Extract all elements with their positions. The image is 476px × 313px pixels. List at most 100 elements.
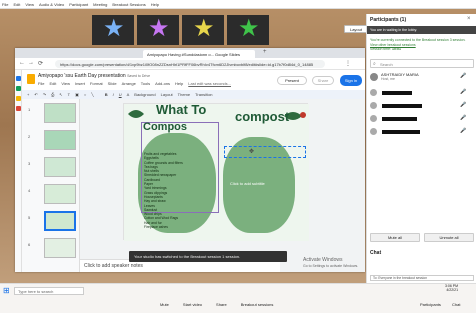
participant-row[interactable]: 🎤 <box>370 128 474 137</box>
background-button[interactable]: Background <box>134 92 155 97</box>
shape-icon[interactable]: ○ <box>84 92 86 97</box>
mute-button[interactable]: Mute <box>160 302 169 307</box>
italic-icon[interactable]: I <box>113 92 114 97</box>
start-video-button[interactable]: Start video <box>183 302 202 307</box>
select-icon[interactable]: ↖ <box>59 92 62 97</box>
menu-dots-icon[interactable]: ⋮ <box>345 60 351 67</box>
menu-help[interactable]: Help <box>151 2 159 7</box>
app-icon[interactable] <box>16 76 21 81</box>
browser-tab[interactable]: Amiyopapo Having #Sunddasionn o... Googl… <box>143 50 255 58</box>
star-icon: ★ <box>148 15 170 42</box>
menu-format[interactable]: Format <box>90 81 103 86</box>
menu-file[interactable]: File <box>38 81 44 86</box>
close-icon[interactable]: × <box>467 16 471 22</box>
breakout-sessions-button[interactable]: Breakout sessions <box>241 302 274 307</box>
participant-row[interactable]: 🎤 <box>370 102 474 111</box>
menu-participant[interactable]: Participant <box>69 2 88 7</box>
mic-icon[interactable]: 🎤 <box>460 73 466 79</box>
slides-header: Amiyopapo 'ssu Earth Day presentation Sa… <box>22 70 365 90</box>
menu-edit[interactable]: Edit <box>49 81 56 86</box>
slide-thumbnail[interactable] <box>44 184 76 204</box>
back-icon[interactable]: ← <box>19 60 25 66</box>
print-icon[interactable]: ⎙ <box>51 92 54 97</box>
current-slide[interactable]: What To compost Compos ✥ Fruits and vege… <box>123 102 309 241</box>
last-edit-link[interactable]: Last edit was seconds... <box>188 81 231 86</box>
share-button[interactable]: Share <box>216 302 227 307</box>
theme-button[interactable]: Theme <box>178 92 190 97</box>
taskbar-search[interactable]: Type here to search <box>14 287 84 295</box>
app-icon[interactable] <box>16 106 21 111</box>
slide-thumbnail[interactable] <box>44 157 76 177</box>
slide-thumbnail-selected[interactable] <box>44 211 76 231</box>
slide-title-part2[interactable]: compost <box>235 109 289 124</box>
share-button[interactable]: Share <box>312 76 334 85</box>
menu-audio-video[interactable]: Audio & Video <box>39 2 64 7</box>
selected-textbox[interactable] <box>224 146 306 158</box>
search-icon: ⌕ <box>373 61 376 67</box>
menu-edit[interactable]: Edit <box>13 2 20 7</box>
move-handle-icon[interactable]: ✥ <box>249 148 254 155</box>
video-tile[interactable]: ★ <box>182 15 224 45</box>
mic-icon[interactable]: 🎤 <box>460 128 466 134</box>
box-label[interactable]: Compos <box>143 121 187 133</box>
unmute-all-button[interactable]: Unmute all <box>424 233 474 242</box>
app-icon[interactable] <box>16 96 21 101</box>
participant-row[interactable]: 🎤 <box>370 89 474 98</box>
layout-button[interactable]: Layout <box>161 92 173 97</box>
undo-icon[interactable]: ↶ <box>34 92 37 97</box>
slide-thumbnail[interactable] <box>44 130 76 150</box>
url-input[interactable]: https://docs.google.com/presentation/d/1… <box>55 60 325 68</box>
menu-addons[interactable]: Add-ons <box>155 81 170 86</box>
textbox-icon[interactable]: T <box>68 92 70 97</box>
slide-thumbnail[interactable] <box>44 238 76 258</box>
slide-number: 5 <box>28 215 31 220</box>
menu-tools[interactable]: Tools <box>141 81 150 86</box>
search-field[interactable]: ⌕ Search <box>370 59 474 68</box>
signin-button[interactable]: Sign in <box>340 75 362 86</box>
redo-icon[interactable]: ↷ <box>43 92 46 97</box>
address-bar: ← → ⟳ https://docs.google.com/presentati… <box>15 58 365 70</box>
menu-view[interactable]: View <box>61 81 70 86</box>
new-tab-icon[interactable]: + <box>263 49 267 55</box>
chat-button[interactable]: Chat <box>452 302 460 307</box>
menu-slide[interactable]: Slide <box>108 81 117 86</box>
reload-icon[interactable]: ⟳ <box>38 60 43 67</box>
menu-file[interactable]: File <box>2 2 8 7</box>
participant-row-self[interactable]: ASHTRAIDIY MARIA Host, me 🎤 <box>370 72 474 85</box>
mute-all-button[interactable]: Mute all <box>370 233 420 242</box>
line-icon[interactable]: ╲ <box>91 92 93 97</box>
slide-title-part1[interactable]: What To <box>156 102 206 117</box>
mic-icon[interactable]: 🎤 <box>460 115 466 121</box>
video-tile[interactable]: ★ <box>137 15 179 45</box>
menu-arrange[interactable]: Arrange <box>122 81 136 86</box>
menu-view[interactable]: View <box>25 2 34 7</box>
mic-icon[interactable]: 🎤 <box>460 89 466 95</box>
menu-breakout[interactable]: Breakout Sessions <box>112 2 145 7</box>
subtitle-placeholder[interactable]: Click to add subtitle <box>230 181 265 186</box>
doc-title[interactable]: Amiyopapo 'ssu Earth Day presentation Sa… <box>38 73 150 79</box>
video-tile[interactable]: ★ <box>92 15 134 45</box>
layout-button[interactable]: Layout <box>344 25 368 33</box>
text-color-icon[interactable]: A <box>127 92 130 97</box>
video-tile[interactable]: ★ <box>227 15 269 45</box>
image-icon[interactable]: ▣ <box>75 92 79 97</box>
menu-insert[interactable]: Insert <box>75 81 85 86</box>
present-button[interactable]: Present <box>277 76 307 85</box>
menu-meeting[interactable]: Meeting <box>93 2 107 7</box>
windows-start-icon[interactable]: ⊞ <box>3 286 10 295</box>
add-icon[interactable]: + <box>27 92 29 97</box>
participants-button[interactable]: Participants <box>420 302 441 307</box>
bold-icon[interactable]: B <box>105 92 108 97</box>
app-icon[interactable] <box>16 86 21 91</box>
underline-icon[interactable]: U <box>119 92 122 97</box>
transition-button[interactable]: Transition <box>195 92 212 97</box>
menu-help[interactable]: Help <box>175 81 183 86</box>
star-icon: ★ <box>103 15 125 42</box>
mic-icon[interactable]: 🎤 <box>460 102 466 108</box>
slide-thumbnail[interactable] <box>44 103 76 123</box>
forward-icon[interactable]: → <box>28 60 34 66</box>
compost-list[interactable]: Fruits and vegetables Eggshells Coffee g… <box>144 152 183 229</box>
chat-recipient-select[interactable]: To: Everyone in the breakout session <box>370 275 474 281</box>
participant-row[interactable]: 🎤 <box>370 115 474 124</box>
left-app-rail <box>15 70 22 272</box>
